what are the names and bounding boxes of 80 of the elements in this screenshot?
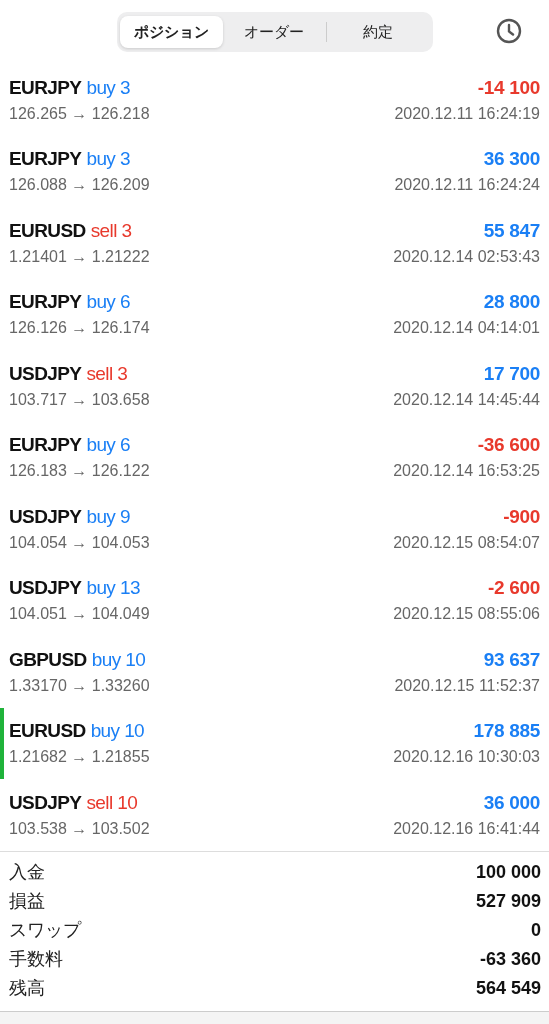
- symbol: USDJPY: [9, 505, 82, 528]
- profit: 178 885: [473, 720, 540, 743]
- position-row[interactable]: EURJPY buy 3 36 300 126.088 → 126.209 2020.12.11 16:24:24: [0, 135, 549, 207]
- summary-value: -63 360: [479, 948, 541, 970]
- symbol: EURJPY: [9, 76, 82, 99]
- open-time: 2020.12.14 16:53:25: [393, 462, 540, 481]
- tab[interactable]: オーダー: [222, 16, 326, 48]
- open-time: 2020.12.14 14:45:44: [393, 390, 540, 409]
- price-range: 103.717 → 103.658: [9, 390, 150, 409]
- profit: 28 800: [483, 291, 540, 314]
- order-side: buy 9: [86, 505, 130, 528]
- order-side: buy 6: [86, 434, 130, 457]
- symbol: GBPUSD: [9, 648, 87, 671]
- profit: 36 300: [483, 148, 540, 171]
- price-range: 1.21682 → 1.21855: [9, 748, 150, 767]
- summary-label: 手数料: [9, 948, 63, 971]
- position-row[interactable]: EURJPY buy 6 28 800 126.126 → 126.174 2020.12.14 04:14:01: [0, 278, 549, 350]
- summary-value: 0: [531, 919, 541, 941]
- profit: 55 847: [483, 219, 540, 242]
- summary-label: 残高: [9, 977, 45, 1000]
- position-row[interactable]: USDJPY buy 13 -2 600 104.051 → 104.049 2020.12.15 08:55:06: [0, 564, 549, 636]
- summary-value: 564 549: [475, 977, 541, 999]
- profit: -36 600: [477, 434, 540, 457]
- profit: -2 600: [487, 577, 540, 600]
- symbol: EURJPY: [9, 148, 82, 171]
- order-side: buy 10: [90, 720, 145, 743]
- symbol: EURUSD: [9, 219, 86, 242]
- order-side: buy 3: [86, 76, 130, 99]
- profit: 93 637: [483, 648, 540, 671]
- open-time: 2020.12.16 16:41:44: [393, 819, 540, 838]
- order-side: buy 13: [86, 577, 140, 600]
- symbol: EURJPY: [9, 434, 82, 457]
- position-row[interactable]: EURJPY buy 6 -36 600 126.183 → 126.122 2020.12.14 16:53:25: [0, 421, 549, 493]
- open-time: 2020.12.14 02:53:43: [393, 247, 540, 266]
- summary-value: 100 000: [475, 861, 541, 883]
- position-row[interactable]: USDJPY sell 10 36 000 103.538 → 103.502 2020.12.16 16:41:44: [0, 779, 549, 851]
- open-time: 2020.12.11 16:24:24: [394, 176, 540, 195]
- summary-label: 損益: [9, 890, 45, 913]
- summary-label: 入金: [9, 861, 45, 884]
- profit: 17 700: [483, 362, 540, 385]
- order-side: buy 6: [86, 291, 130, 314]
- open-time: 2020.12.11 16:24:19: [394, 104, 540, 123]
- order-side: buy 10: [91, 648, 146, 671]
- profit: 36 000: [483, 791, 540, 814]
- position-row[interactable]: GBPUSD buy 10 93 637 1.33170 → 1.33260 2020.12.15 11:52:37: [0, 636, 549, 708]
- price-range: 126.265 → 126.218: [9, 104, 150, 123]
- tab[interactable]: ポジション: [119, 16, 223, 48]
- price-range: 103.538 → 103.502: [9, 819, 150, 838]
- order-side: sell 10: [86, 791, 138, 814]
- symbol: EURUSD: [9, 720, 86, 743]
- clock-icon[interactable]: [496, 18, 522, 44]
- price-range: 104.054 → 104.053: [9, 533, 150, 552]
- position-row[interactable]: USDJPY sell 3 17 700 103.717 → 103.658 2020.12.14 14:45:44: [0, 350, 549, 422]
- summary-label: スワップ: [9, 919, 81, 942]
- price-range: 104.051 → 104.049: [9, 605, 150, 624]
- position-row[interactable]: EURUSD buy 10 178 885 1.21682 → 1.21855 2020.12.16 10:30:03: [0, 707, 549, 779]
- open-time: 2020.12.15 11:52:37: [394, 676, 540, 695]
- price-range: 126.126 → 126.174: [9, 319, 150, 338]
- price-range: 126.088 → 126.209: [9, 176, 150, 195]
- order-side: sell 3: [90, 219, 132, 242]
- profit: -900: [503, 505, 540, 528]
- order-side: sell 3: [86, 362, 128, 385]
- symbol: USDJPY: [9, 791, 82, 814]
- open-time: 2020.12.14 04:14:01: [393, 319, 540, 338]
- open-time: 2020.12.15 08:54:07: [393, 533, 540, 552]
- position-row[interactable]: USDJPY buy 9 -900 104.054 → 104.053 2020.12.15 08:54:07: [0, 493, 549, 565]
- symbol: USDJPY: [9, 577, 82, 600]
- symbol: USDJPY: [9, 362, 82, 385]
- price-range: 126.183 → 126.122: [9, 462, 150, 481]
- symbol: EURJPY: [9, 291, 82, 314]
- position-row[interactable]: EURJPY buy 3 -14 100 126.265 → 126.218 2020.12.11 16:24:19: [0, 64, 549, 136]
- tab[interactable]: 約定: [326, 16, 430, 48]
- open-time: 2020.12.15 08:55:06: [393, 605, 540, 624]
- summary-value: 527 909: [475, 890, 541, 912]
- position-row[interactable]: EURUSD sell 3 55 847 1.21401 → 1.21222 2020.12.14 02:53:43: [0, 207, 549, 279]
- price-range: 1.21401 → 1.21222: [9, 247, 150, 266]
- open-time: 2020.12.16 10:30:03: [393, 748, 540, 767]
- price-range: 1.33170 → 1.33260: [9, 676, 150, 695]
- profit: -14 100: [477, 76, 540, 99]
- order-side: buy 3: [86, 148, 130, 171]
